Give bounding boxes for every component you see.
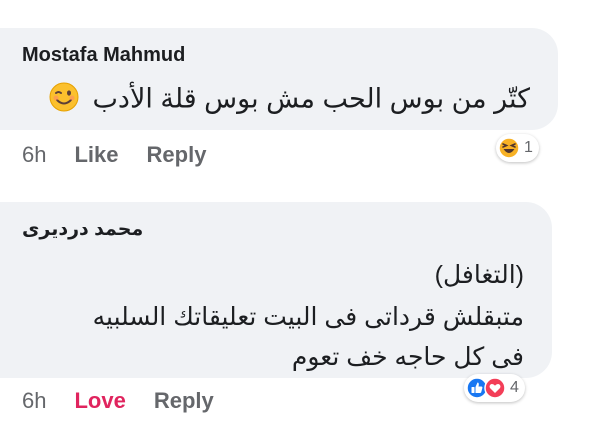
- comment-text-line: كتّر من بوس الحب مش بوس قلة الأدب: [92, 83, 530, 114]
- comment-text: كتّر من بوس الحب مش بوس قلة الأدب: [49, 82, 530, 119]
- like-button[interactable]: Like: [74, 142, 118, 168]
- comment-bubble: Mostafa Mahmud كتّر من بوس الحب مش بوس ق…: [0, 28, 558, 130]
- comment-text-line: (التغافل): [434, 261, 524, 289]
- comment-bubble: محمد درديرى (التغافل) متبقلش قرداتى فى ا…: [0, 202, 552, 378]
- comment-timestamp[interactable]: 6h: [22, 388, 46, 414]
- comment-2: محمد درديرى (التغافل) متبقلش قرداتى فى ا…: [0, 190, 600, 440]
- comment-text-line: فى كل حاجه خف تعوم: [291, 343, 524, 371]
- comment-actions: 6h Like Reply: [22, 142, 234, 168]
- comment-author[interactable]: محمد درديرى: [22, 218, 143, 241]
- comment-1: Mostafa Mahmud كتّر من بوس الحب مش بوس ق…: [0, 0, 600, 180]
- haha-icon: [498, 137, 520, 159]
- reply-button[interactable]: Reply: [154, 388, 214, 414]
- comment-timestamp[interactable]: 6h: [22, 142, 46, 168]
- reply-button[interactable]: Reply: [147, 142, 207, 168]
- reaction-summary[interactable]: 4: [464, 374, 525, 402]
- reaction-summary[interactable]: 1: [496, 134, 539, 162]
- comment-actions: 6h Love Reply: [22, 388, 242, 414]
- love-icon: [484, 377, 506, 399]
- comments-page: Mostafa Mahmud كتّر من بوس الحب مش بوس ق…: [0, 0, 600, 441]
- comment-author[interactable]: Mostafa Mahmud: [22, 44, 185, 67]
- comment-text-line: متبقلش قرداتى فى البيت تعليقاتك السلبيه: [92, 303, 524, 331]
- reaction-count: 4: [510, 379, 519, 396]
- love-button[interactable]: Love: [74, 388, 125, 414]
- reaction-count: 1: [524, 139, 533, 156]
- wink-emoji-icon: [49, 82, 79, 119]
